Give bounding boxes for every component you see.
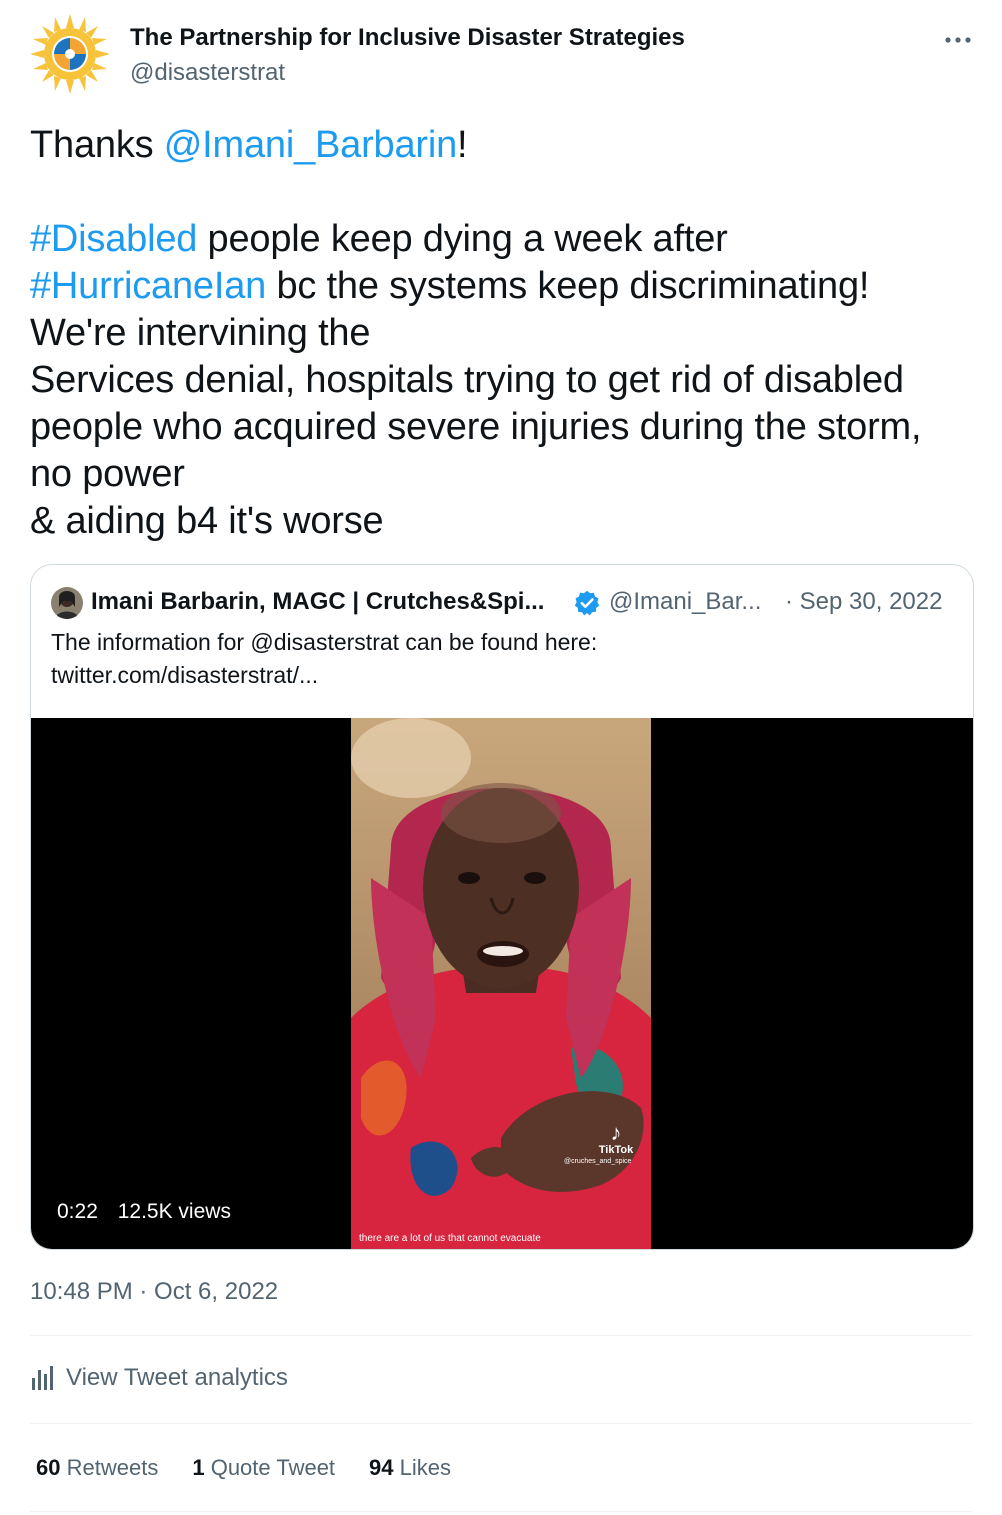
hashtag-link-hurricane[interactable]: #HurricaneIan (30, 265, 266, 307)
mention-link[interactable]: @Imani_Barbarin (164, 124, 457, 166)
quoted-author-avatar[interactable] (51, 587, 83, 619)
quoted-author-handle[interactable]: @Imani_Bar... (609, 588, 761, 616)
engagement-stats: 60 Retweets 1 Quote Tweet 94 Likes (36, 1455, 485, 1481)
analytics-bars-icon (32, 1366, 53, 1390)
tweet-line: #Disabled people keep dying a week after (30, 216, 980, 263)
quoted-text-line: The information for @disasterstrat can b… (51, 629, 598, 655)
ellipsis-icon (945, 37, 971, 43)
tweet-text: Thanks @Imani_Barbarin! #Disabled people… (30, 122, 980, 545)
quoted-tweet-date[interactable]: · Sep 30, 2022 (785, 588, 942, 616)
quoted-tweet-text: The information for @disasterstrat can b… (51, 626, 597, 692)
quote-tweets-stat[interactable]: 1 Quote Tweet (192, 1455, 335, 1481)
sun-logo-icon (30, 14, 110, 94)
likes-stat[interactable]: 94 Likes (369, 1455, 451, 1481)
tweet-text-segment: people keep dying a week after (197, 218, 728, 260)
tweet-timestamp[interactable]: 10:48 PM · Oct 6, 2022 (30, 1278, 278, 1306)
tweet-container: The Partnership for Inclusive Disaster S… (0, 0, 1002, 1515)
tiktok-watermark: ♪ TikTok (581, 1120, 651, 1157)
divider (30, 1511, 972, 1512)
quoted-tweet-card[interactable]: Imani Barbarin, MAGC | Crutches&Spi... @… (30, 564, 974, 1250)
divider (30, 1423, 972, 1424)
tweet-line: #HurricaneIan bc the systems keep discri… (30, 263, 980, 310)
verified-badge-icon (573, 589, 601, 617)
avatar-photo-icon (51, 587, 83, 619)
tweet-line: Thanks @Imani_Barbarin! (30, 122, 980, 169)
likes-label: Likes (399, 1455, 452, 1480)
quoted-author-name[interactable]: Imani Barbarin, MAGC | Crutches&Spi... (91, 588, 544, 616)
quoted-link-text: twitter.com/disasterstrat/... (51, 662, 319, 688)
tweet-line: Services denial, hospitals trying to get… (30, 359, 904, 401)
tweet-line: We're intervining the (30, 312, 371, 354)
quote-tweets-label: Quote Tweet (210, 1455, 336, 1480)
tiktok-logo-icon: ♪ (610, 1120, 622, 1145)
tiktok-username: @cruches_and_spice (564, 1158, 632, 1165)
video-player[interactable]: ♪ TikTok @cruches_and_spice there are a … (31, 718, 973, 1249)
retweets-count: 60 (36, 1455, 61, 1480)
divider (30, 1335, 972, 1336)
quote-tweets-count: 1 (192, 1455, 205, 1480)
video-thumbnail: ♪ TikTok @cruches_and_spice there are a … (351, 718, 651, 1249)
video-views: 12.5K views (117, 1200, 231, 1223)
analytics-label: View Tweet analytics (66, 1364, 288, 1391)
hashtag-link-disabled[interactable]: #Disabled (30, 218, 197, 260)
video-still-image (351, 718, 651, 1249)
likes-count: 94 (369, 1455, 394, 1480)
author-handle[interactable]: @disasterstrat (130, 59, 285, 87)
tweet-text-segment: bc the systems keep discriminating! (266, 265, 870, 307)
author-name[interactable]: The Partnership for Inclusive Disaster S… (130, 24, 685, 52)
video-meta: 0:22 12.5K views (57, 1200, 245, 1224)
video-caption: there are a lot of us that cannot evacua… (359, 1233, 541, 1244)
tweet-text-segment: ! (457, 124, 468, 166)
author-avatar[interactable] (30, 14, 110, 94)
view-analytics-link[interactable]: View Tweet analytics (30, 1364, 288, 1392)
tweet-text-segment: Thanks (30, 124, 164, 166)
tweet-line: no power (30, 453, 185, 495)
more-options-button[interactable] (936, 22, 980, 58)
retweets-label: Retweets (66, 1455, 159, 1480)
video-duration: 0:22 (57, 1200, 98, 1223)
retweets-stat[interactable]: 60 Retweets (36, 1455, 158, 1481)
tiktok-label: TikTok (598, 1144, 634, 1156)
tweet-line: & aiding b4 it's worse (30, 500, 384, 542)
tweet-line: people who acquired severe injuries duri… (30, 406, 922, 448)
